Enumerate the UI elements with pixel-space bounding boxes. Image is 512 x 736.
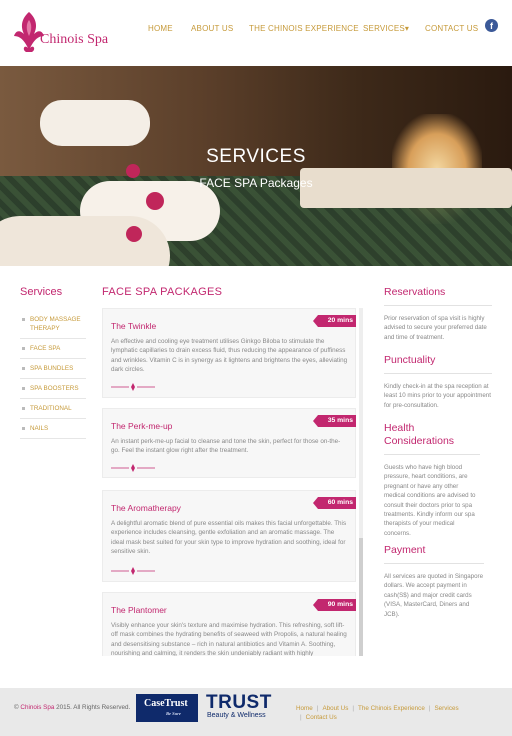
hero-flower bbox=[146, 192, 164, 210]
package-description: An effective and cooling eye treatment u… bbox=[111, 338, 348, 374]
section-title: FACE SPA PACKAGES bbox=[102, 286, 223, 298]
trust-tagline: Beauty & Wellness bbox=[207, 712, 266, 719]
ornament-divider-icon bbox=[111, 383, 155, 391]
scrollbar[interactable] bbox=[359, 308, 363, 656]
divider bbox=[384, 454, 480, 455]
services-sidebar: BODY MASSAGE THERAPY FACE SPA SPA BUNDLE… bbox=[20, 310, 86, 439]
duration-badge: 20 mins bbox=[312, 315, 356, 327]
copyright-text: 2015. All Rights Reserved. bbox=[56, 704, 131, 711]
info-title: Payment bbox=[384, 544, 426, 556]
site-header: Chinois Spa HOME ABOUT US THE CHINOIS EX… bbox=[0, 0, 512, 66]
sidebar-item-spa-boosters[interactable]: SPA BOOSTERS bbox=[20, 379, 86, 399]
page-subtitle: FACE SPA Packages bbox=[199, 176, 313, 190]
copyright-symbol: © bbox=[14, 704, 19, 711]
site-footer: © Chinois Spa 2015. All Rights Reserved.… bbox=[0, 688, 512, 736]
info-block-punctuality: Punctuality Kindly check-in at the spa r… bbox=[384, 354, 492, 410]
copyright: © Chinois Spa 2015. All Rights Reserved. bbox=[14, 704, 130, 711]
trust-logo: TRUST Beauty & Wellness bbox=[204, 692, 274, 724]
duration-badge: 35 mins bbox=[312, 415, 356, 427]
info-text: Guests who have high blood pressure, hea… bbox=[384, 464, 476, 537]
duration-badge: 60 mins bbox=[312, 497, 356, 509]
footer-links: Home | About Us | The Chinois Experience | Ser… bbox=[296, 704, 496, 722]
info-block-payment: Payment All services are quoted in Singa… bbox=[384, 544, 484, 619]
package-description: Visibly enhance your skin's texture and … bbox=[111, 622, 347, 656]
copyright-brand-link[interactable]: Chinois Spa bbox=[20, 704, 54, 711]
ornament-divider-icon bbox=[111, 567, 155, 575]
scrollbar-thumb[interactable] bbox=[359, 538, 363, 656]
package-description: An instant perk-me-up facial to cleanse … bbox=[111, 438, 341, 455]
info-title: Reservations bbox=[384, 286, 446, 298]
nav-home[interactable]: HOME bbox=[148, 24, 173, 33]
separator: | bbox=[300, 714, 302, 721]
package-card: The Aromatherapy 60 mins A delightful ar… bbox=[102, 490, 356, 582]
package-name: The Twinkle bbox=[111, 321, 157, 331]
info-text: Prior reservation of spa visit is highly… bbox=[384, 315, 487, 341]
info-block-reservations: Reservations Prior reservation of spa vi… bbox=[384, 286, 492, 342]
page-title: SERVICES bbox=[206, 146, 306, 167]
separator: | bbox=[316, 705, 319, 712]
ornament-divider-icon bbox=[111, 464, 155, 472]
nav-contact-us[interactable]: CONTACT US bbox=[425, 24, 478, 33]
sidebar-title: Services bbox=[20, 286, 63, 298]
footer-link-contact-us[interactable]: Contact Us bbox=[306, 714, 337, 721]
divider bbox=[384, 305, 492, 306]
footer-link-chinois-experience[interactable]: The Chinois Experience bbox=[358, 705, 425, 712]
nav-chinois-experience[interactable]: THE CHINOIS EXPERIENCE bbox=[249, 24, 359, 33]
separator: | bbox=[352, 705, 354, 712]
sidebar-item-traditional[interactable]: TRADITIONAL bbox=[20, 399, 86, 419]
divider bbox=[384, 563, 484, 564]
divider bbox=[384, 373, 492, 374]
hero-flower bbox=[126, 226, 142, 242]
casetrust-tagline: Be Sure bbox=[166, 711, 181, 716]
footer-link-home[interactable]: Home bbox=[296, 705, 313, 712]
package-name: The Plantomer bbox=[111, 605, 167, 615]
nav-about-us[interactable]: ABOUT US bbox=[191, 24, 233, 33]
nav-services[interactable]: SERVICES▾ bbox=[363, 24, 409, 33]
hero-towel bbox=[40, 100, 150, 146]
main-nav: HOME ABOUT US THE CHINOIS EXPERIENCE SER… bbox=[0, 24, 512, 38]
package-card: The Twinkle 20 mins An effective and coo… bbox=[102, 308, 356, 398]
sidebar-item-spa-bundles[interactable]: SPA BUNDLES bbox=[20, 359, 86, 379]
hero-towel bbox=[0, 216, 170, 266]
duration-badge: 90 mins bbox=[312, 599, 356, 611]
trust-label: TRUST bbox=[206, 692, 272, 713]
chevron-down-icon: ▾ bbox=[404, 24, 410, 33]
sidebar-item-face-spa[interactable]: FACE SPA bbox=[20, 339, 86, 359]
package-name: The Aromatherapy bbox=[111, 503, 181, 513]
info-title: Punctuality bbox=[384, 354, 436, 366]
footer-link-about-us[interactable]: About Us bbox=[322, 705, 348, 712]
info-text: All services are quoted in Singapore dol… bbox=[384, 573, 484, 618]
info-title: Health Considerations bbox=[384, 422, 455, 447]
info-text: Kindly check-in at the spa reception at … bbox=[384, 383, 491, 409]
footer-link-services[interactable]: Services bbox=[434, 705, 458, 712]
package-card: The Plantomer 90 mins Visibly enhance yo… bbox=[102, 592, 356, 656]
hero-banner: SERVICES FACE SPA Packages bbox=[0, 66, 512, 266]
sidebar-item-nails[interactable]: NAILS bbox=[20, 419, 86, 439]
nav-services-label: SERVICES bbox=[363, 24, 405, 33]
casetrust-logo: CaseTrust Be Sure bbox=[136, 694, 198, 722]
casetrust-label: CaseTrust bbox=[144, 698, 188, 709]
package-name: The Perk-me-up bbox=[111, 421, 173, 431]
package-description: A delightful aromatic blend of pure esse… bbox=[111, 520, 347, 556]
facebook-icon[interactable]: f bbox=[485, 19, 498, 32]
info-block-health: Health Considerations Guests who have hi… bbox=[384, 422, 480, 538]
sidebar-item-body-massage[interactable]: BODY MASSAGE THERAPY bbox=[20, 310, 86, 339]
package-list[interactable]: The Twinkle 20 mins An effective and coo… bbox=[102, 308, 356, 656]
package-card: The Perk-me-up 35 mins An instant perk-m… bbox=[102, 408, 356, 478]
